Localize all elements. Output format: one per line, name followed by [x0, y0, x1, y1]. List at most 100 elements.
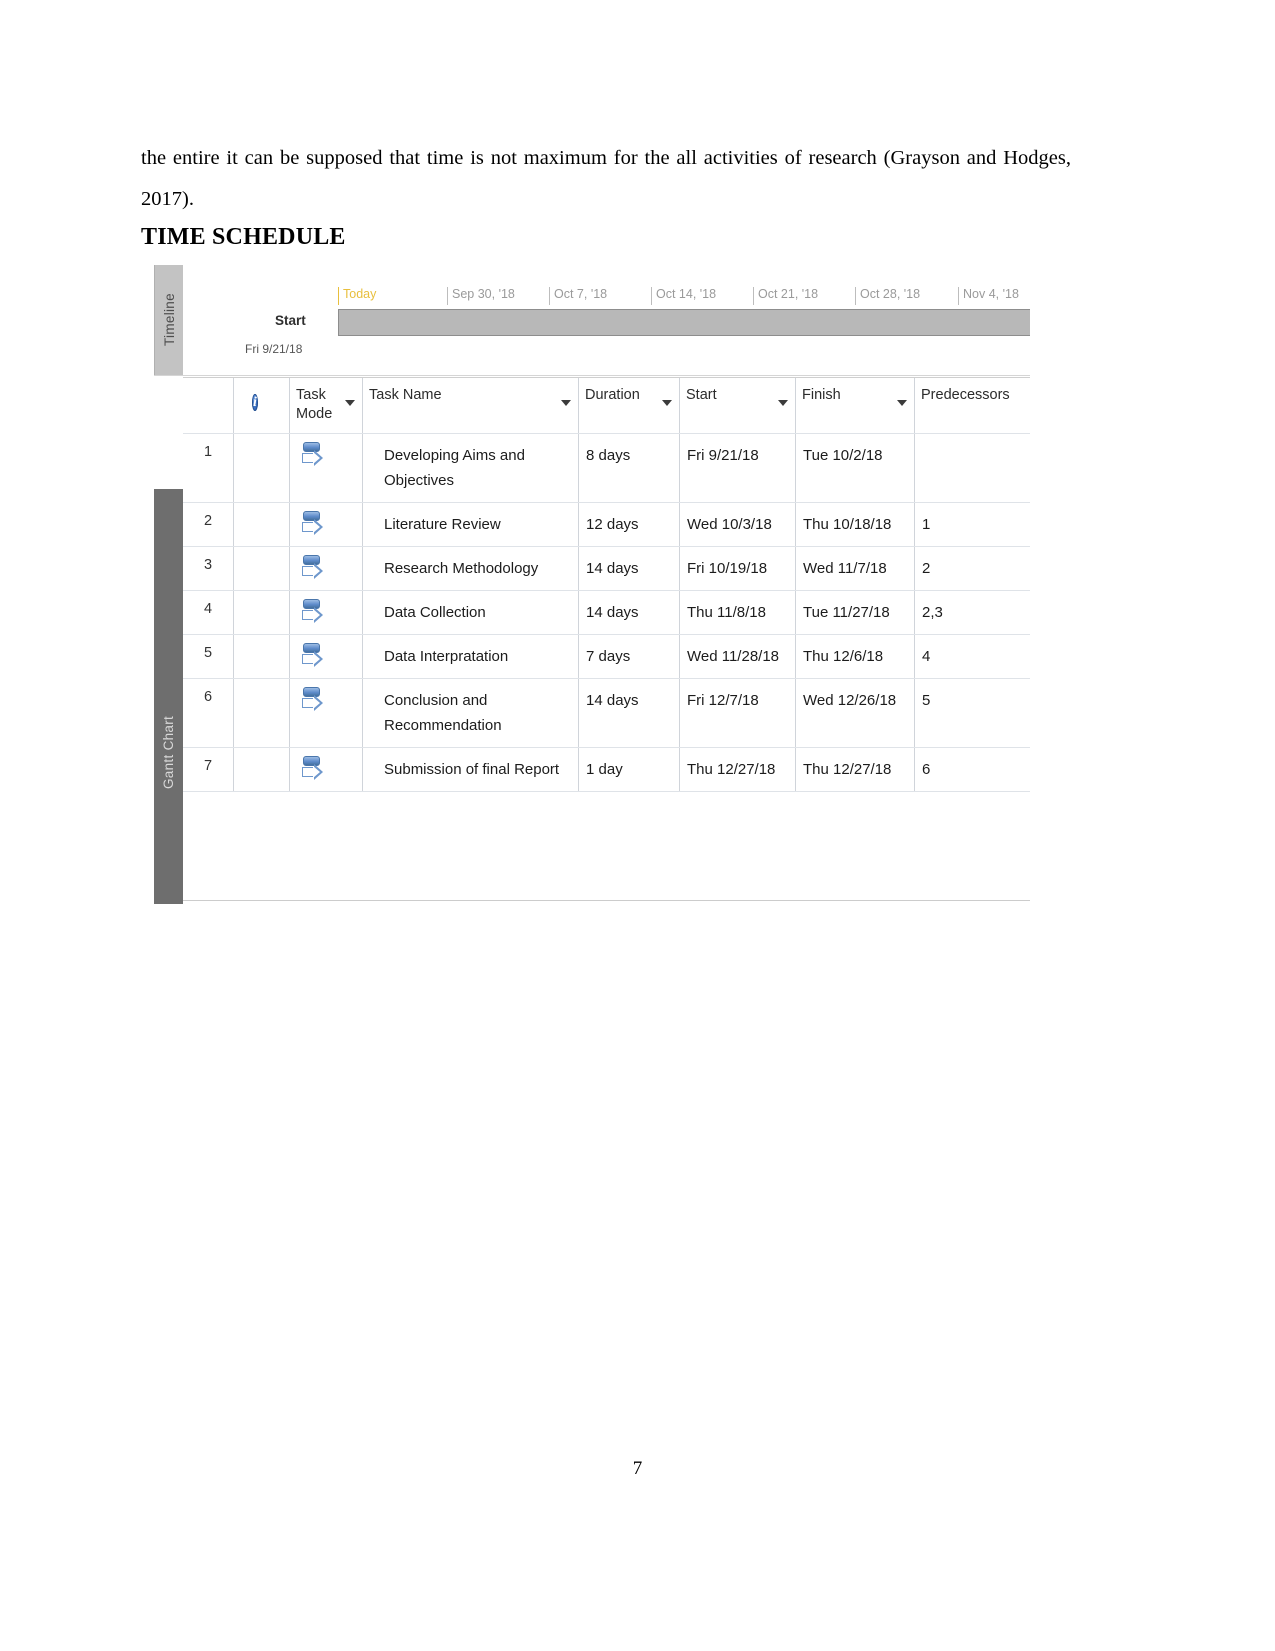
row-task-mode-cell[interactable]: [289, 433, 363, 503]
row-start[interactable]: Fri 12/7/18: [679, 678, 796, 748]
auto-schedule-icon: [300, 442, 326, 472]
row-task-name[interactable]: Developing Aims and Objectives: [362, 433, 579, 503]
row-predecessors[interactable]: 1: [914, 502, 1030, 547]
row-duration[interactable]: 12 days: [578, 502, 680, 547]
row-start[interactable]: Thu 12/27/18: [679, 747, 796, 792]
auto-schedule-icon: [300, 599, 326, 629]
row-number[interactable]: 3: [183, 546, 234, 591]
row-predecessors[interactable]: 4: [914, 634, 1030, 679]
timeline-pane: Timeline Sep 30, '18 Oct 7, '18 Oct 14, …: [154, 265, 1030, 376]
gantt-chart-view-tab[interactable]: Gantt Chart: [154, 489, 183, 904]
chevron-down-icon[interactable]: [345, 400, 355, 406]
row-finish[interactable]: Wed 11/7/18: [795, 546, 915, 591]
row-duration[interactable]: 7 days: [578, 634, 680, 679]
row-duration[interactable]: 14 days: [578, 546, 680, 591]
table-row[interactable]: 1 Developing Aims and Objectives 8 days …: [183, 433, 1030, 503]
auto-schedule-icon: [300, 643, 326, 673]
chevron-down-icon[interactable]: [778, 400, 788, 406]
row-indicator-cell[interactable]: [233, 634, 290, 679]
chevron-down-icon[interactable]: [561, 400, 571, 406]
row-number[interactable]: 1: [183, 433, 234, 503]
column-header-task-mode[interactable]: Task Mode: [289, 378, 363, 434]
column-header-rownum: [183, 378, 234, 434]
row-finish[interactable]: Tue 10/2/18: [795, 433, 915, 503]
table-header-row: i Task Mode Task Name Duration Start Fin…: [183, 378, 1030, 434]
row-indicator-cell[interactable]: [233, 590, 290, 635]
timeline-view-tab[interactable]: Timeline: [154, 265, 184, 375]
row-duration[interactable]: 1 day: [578, 747, 680, 792]
timeline-tick-labels: Sep 30, '18 Oct 7, '18 Oct 14, '18 Oct 2…: [183, 287, 1030, 309]
row-task-mode-cell[interactable]: [289, 678, 363, 748]
table-row[interactable]: 3 Research Methodology 14 days Fri 10/19…: [183, 546, 1030, 591]
ms-project-screenshot: Timeline Sep 30, '18 Oct 7, '18 Oct 14, …: [154, 265, 1030, 904]
row-task-mode-cell[interactable]: [289, 546, 363, 591]
row-duration[interactable]: 14 days: [578, 590, 680, 635]
row-indicator-cell[interactable]: [233, 433, 290, 503]
row-duration[interactable]: 8 days: [578, 433, 680, 503]
row-indicator-cell[interactable]: [233, 502, 290, 547]
row-finish[interactable]: Thu 12/6/18: [795, 634, 915, 679]
row-start[interactable]: Wed 10/3/18: [679, 502, 796, 547]
table-row[interactable]: 4 Data Collection 14 days Thu 11/8/18 Tu…: [183, 590, 1030, 635]
row-task-name[interactable]: Submission of final Report: [362, 747, 579, 792]
row-start[interactable]: Thu 11/8/18: [679, 590, 796, 635]
column-header-predecessors[interactable]: Predecessors: [914, 378, 1030, 434]
timeline-start-date: Fri 9/21/18: [245, 342, 303, 356]
column-header-duration[interactable]: Duration: [578, 378, 680, 434]
row-indicator-cell[interactable]: [233, 747, 290, 792]
table-row[interactable]: 5 Data Interpratation 7 days Wed 11/28/1…: [183, 634, 1030, 679]
table-row[interactable]: 6 Conclusion and Recommendation 14 days …: [183, 678, 1030, 748]
info-icon: i: [252, 394, 258, 411]
row-task-mode-cell[interactable]: [289, 634, 363, 679]
column-header-start[interactable]: Start: [679, 378, 796, 434]
row-number[interactable]: 4: [183, 590, 234, 635]
chevron-down-icon[interactable]: [662, 400, 672, 406]
task-table: i Task Mode Task Name Duration Start Fin…: [183, 378, 1030, 792]
row-finish[interactable]: Tue 11/27/18: [795, 590, 915, 635]
table-row[interactable]: 7 Submission of final Report 1 day Thu 1…: [183, 747, 1030, 792]
auto-schedule-icon: [300, 511, 326, 541]
gantt-grid: i Task Mode Task Name Duration Start Fin…: [183, 377, 1030, 904]
row-task-name[interactable]: Data Collection: [362, 590, 579, 635]
row-start[interactable]: Fri 9/21/18: [679, 433, 796, 503]
page-number: 7: [632, 1458, 643, 1479]
column-header-label: Start: [686, 387, 717, 403]
timeline-tick: Oct 7, '18: [549, 287, 607, 305]
row-task-mode-cell[interactable]: [289, 502, 363, 547]
row-task-name[interactable]: Conclusion and Recommendation: [362, 678, 579, 748]
row-duration[interactable]: 14 days: [578, 678, 680, 748]
grid-bottom-edge: [183, 900, 1030, 904]
table-row[interactable]: 2 Literature Review 12 days Wed 10/3/18 …: [183, 502, 1030, 547]
column-header-indicators[interactable]: i: [233, 378, 290, 434]
row-indicator-cell[interactable]: [233, 678, 290, 748]
row-start[interactable]: Fri 10/19/18: [679, 546, 796, 591]
row-task-name[interactable]: Research Methodology: [362, 546, 579, 591]
row-number[interactable]: 5: [183, 634, 234, 679]
row-number[interactable]: 7: [183, 747, 234, 792]
timeline-tick: Oct 28, '18: [855, 287, 920, 305]
row-predecessors[interactable]: 2,3: [914, 590, 1030, 635]
timeline-body: Sep 30, '18 Oct 7, '18 Oct 14, '18 Oct 2…: [183, 265, 1030, 375]
row-finish[interactable]: Thu 12/27/18: [795, 747, 915, 792]
row-task-name[interactable]: Literature Review: [362, 502, 579, 547]
column-header-task-name[interactable]: Task Name: [362, 378, 579, 434]
chevron-down-icon[interactable]: [897, 400, 907, 406]
row-indicator-cell[interactable]: [233, 546, 290, 591]
row-finish[interactable]: Wed 12/26/18: [795, 678, 915, 748]
row-predecessors[interactable]: 6: [914, 747, 1030, 792]
row-finish[interactable]: Thu 10/18/18: [795, 502, 915, 547]
gantt-chart-pane: Gantt Chart i Task Mode Task Name Durati…: [154, 377, 1030, 904]
row-predecessors[interactable]: [914, 433, 1030, 503]
auto-schedule-icon: [300, 555, 326, 585]
timeline-project-bar[interactable]: [338, 309, 1030, 336]
row-task-mode-cell[interactable]: [289, 747, 363, 792]
row-task-name[interactable]: Data Interpratation: [362, 634, 579, 679]
row-predecessors[interactable]: 5: [914, 678, 1030, 748]
row-task-mode-cell[interactable]: [289, 590, 363, 635]
auto-schedule-icon: [300, 687, 326, 717]
row-start[interactable]: Wed 11/28/18: [679, 634, 796, 679]
row-number[interactable]: 2: [183, 502, 234, 547]
column-header-finish[interactable]: Finish: [795, 378, 915, 434]
row-predecessors[interactable]: 2: [914, 546, 1030, 591]
row-number[interactable]: 6: [183, 678, 234, 748]
